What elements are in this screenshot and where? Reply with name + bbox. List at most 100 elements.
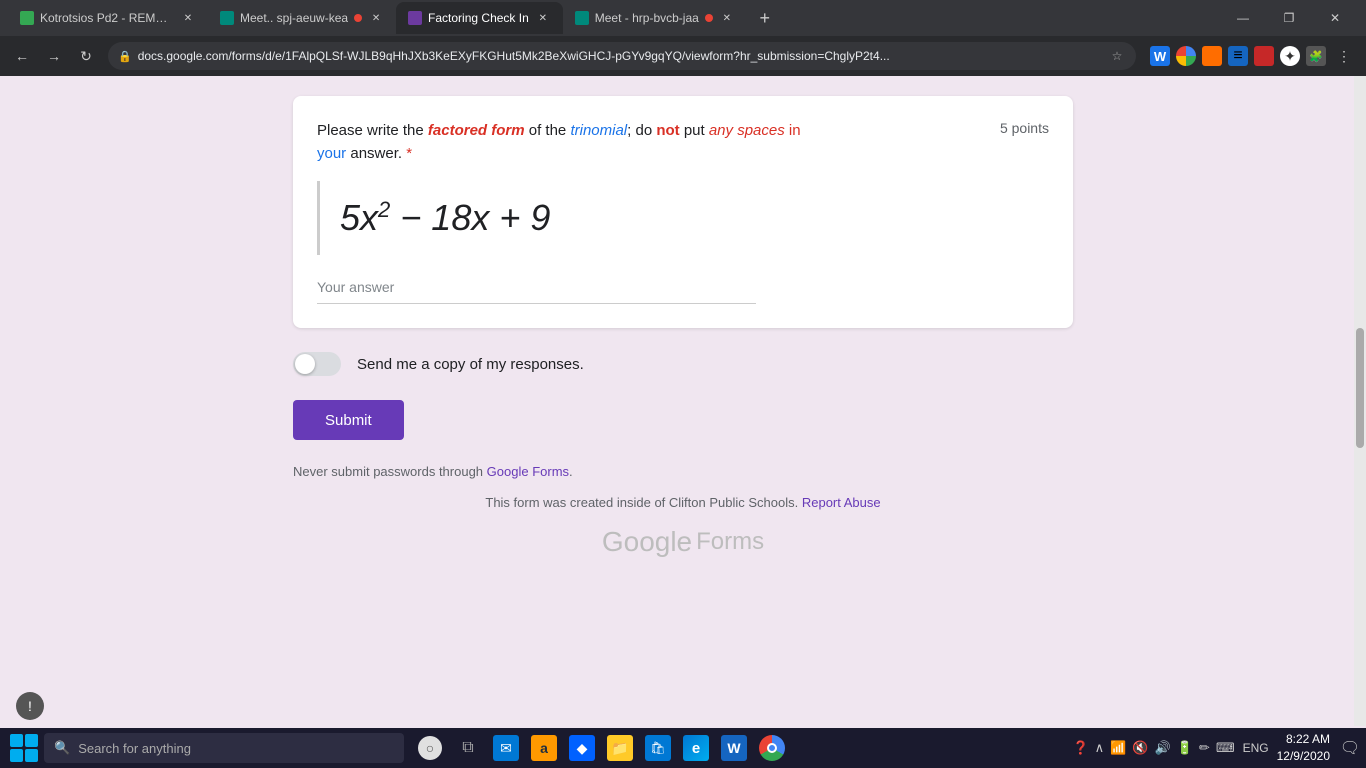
feedback-button[interactable]: ! [16, 692, 44, 720]
new-tab-button[interactable]: + [751, 4, 779, 32]
close-window-button[interactable]: ✕ [1312, 2, 1358, 34]
pen-icon[interactable]: ✏ [1199, 740, 1210, 756]
scroll-thumb[interactable] [1356, 328, 1364, 448]
dropbox-icon: ◆ [569, 735, 595, 761]
network-icon[interactable]: 📶 [1110, 740, 1126, 756]
minimize-button[interactable]: — [1220, 2, 1266, 34]
date-display: 12/9/2020 [1277, 748, 1330, 765]
tab-3-favicon [408, 11, 422, 25]
wifi-icon[interactable]: 🔇 [1132, 740, 1148, 756]
question-header: Please write the factored form of the tr… [317, 120, 1049, 165]
search-placeholder: Search for anything [78, 741, 191, 756]
taskbar-search[interactable]: 🔍 Search for anything [44, 733, 404, 763]
tab-4-label: Meet - hrp-bvcb-jaa [595, 11, 699, 25]
tab-2-label: Meet.. spj-aeuw-kea [240, 11, 348, 25]
not-highlight: not [656, 122, 679, 139]
taskbar-store[interactable]: 🛍 [640, 730, 676, 766]
back-button[interactable]: ← [8, 42, 36, 70]
taskbar-search-app[interactable]: ○ [412, 730, 448, 766]
amazon-icon: a [531, 735, 557, 761]
star-ext-icon: ✦ [1280, 46, 1300, 66]
language-indicator[interactable]: ENG [1243, 741, 1269, 755]
forward-button[interactable]: → [40, 42, 68, 70]
copy-label: Send me a copy of my responses. [357, 356, 584, 373]
tab-4-favicon [575, 11, 589, 25]
tab-4[interactable]: Meet - hrp-bvcb-jaa ✕ [563, 2, 747, 34]
taskbar-word[interactable]: W [716, 730, 752, 766]
extension-star-icon[interactable]: ✦ [1279, 45, 1301, 67]
windows-logo-icon [10, 734, 38, 762]
taskbar-chrome[interactable] [754, 730, 790, 766]
form-container: Please write the factored form of the tr… [293, 96, 1073, 748]
time-display: 8:22 AM [1277, 731, 1330, 748]
start-button[interactable] [4, 728, 44, 768]
required-asterisk: * [406, 145, 412, 162]
tab-1-close[interactable]: ✕ [180, 10, 196, 26]
extension-red-icon[interactable] [1253, 45, 1275, 67]
profile-button[interactable]: ⋮ [1330, 42, 1358, 70]
maximize-button[interactable]: ❐ [1266, 2, 1312, 34]
extension-google-icon[interactable] [1175, 45, 1197, 67]
google-forms-link[interactable]: Google Forms [487, 464, 569, 479]
taskbar-edge[interactable]: e [678, 730, 714, 766]
chevron-up-icon[interactable]: ∧ [1095, 740, 1105, 756]
browser-extensions: W ≡ ✦ 🧩 ⋮ [1148, 42, 1358, 70]
store-icon: 🛍 [645, 735, 671, 761]
page-content: Please write the factored form of the tr… [0, 76, 1366, 768]
answer-input[interactable] [317, 271, 756, 304]
extension-lines-icon[interactable]: ≡ [1227, 45, 1249, 67]
files-icon: 📁 [607, 735, 633, 761]
extension-orange-icon[interactable] [1201, 45, 1223, 67]
address-bar[interactable]: 🔒 docs.google.com/forms/d/e/1FAlpQLSf-WJ… [108, 42, 1136, 70]
taskbar-clock: 8:22 AM 12/9/2020 [1277, 731, 1330, 765]
tab-2-favicon [220, 11, 234, 25]
google-text: Google [602, 526, 692, 558]
submit-button[interactable]: Submit [293, 400, 404, 440]
tab-4-close[interactable]: ✕ [719, 10, 735, 26]
taskbar-apps: ○ ⧉ ✉ a ◆ 📁 🛍 e W [412, 730, 790, 766]
battery-icon[interactable]: 🔋 [1177, 740, 1193, 756]
tab-1[interactable]: Kotrotsios Pd2 - REMOTE ESL Sk ✕ [8, 2, 208, 34]
extension-puzzle-icon[interactable]: 🧩 [1305, 45, 1327, 67]
taskbar-files[interactable]: 📁 [602, 730, 638, 766]
tab-3-active[interactable]: Factoring Check In ✕ [396, 2, 563, 34]
url-text: docs.google.com/forms/d/e/1FAlpQLSf-WJLB… [138, 49, 1102, 63]
volume-icon[interactable]: 🔊 [1155, 740, 1171, 756]
points-badge: 5 points [1000, 120, 1049, 136]
math-expression: 5x2 − 18x + 9 [317, 181, 1049, 255]
edge-icon: e [683, 735, 709, 761]
report-abuse-link[interactable]: Report Abuse [802, 495, 881, 510]
tab-2-close[interactable]: ✕ [368, 10, 384, 26]
search-icon: 🔍 [54, 740, 70, 756]
taskbar-system-icons: ❓ ∧ 📶 🔇 🔊 🔋 ✏ ⌨ [1072, 740, 1234, 756]
extension-w-icon: W [1150, 46, 1170, 66]
puzzle-icon: 🧩 [1306, 46, 1326, 66]
tab-2[interactable]: Meet.. spj-aeuw-kea ✕ [208, 2, 396, 34]
bookmark-icon[interactable]: ☆ [1108, 47, 1126, 65]
help-icon[interactable]: ❓ [1072, 740, 1088, 756]
keyboard-icon[interactable]: ⌨ [1216, 740, 1235, 756]
google-forms-logo: Google Forms [293, 526, 1073, 558]
orange-ext-icon [1202, 46, 1222, 66]
taskbar-task-view[interactable]: ⧉ [450, 730, 486, 766]
window-controls: — ❐ ✕ [1220, 2, 1358, 34]
tab-3-label: Factoring Check In [428, 11, 529, 25]
tab-3-close[interactable]: ✕ [535, 10, 551, 26]
copy-toggle[interactable] [293, 352, 341, 376]
form-credit-text: This form was created inside of Clifton … [485, 495, 801, 510]
taskbar-amazon[interactable]: a [526, 730, 562, 766]
factored-highlight: factored form [428, 122, 525, 139]
tab-1-favicon [20, 11, 34, 25]
taskbar-mail[interactable]: ✉ [488, 730, 524, 766]
forms-text: Forms [696, 528, 764, 556]
taskbar-dropbox[interactable]: ◆ [564, 730, 600, 766]
your-highlight: your [317, 145, 346, 162]
scrollbar[interactable] [1354, 76, 1366, 726]
notification-button[interactable]: 🗨 [1338, 736, 1362, 760]
word-icon: W [721, 735, 747, 761]
blue-lines-icon: ≡ [1228, 46, 1248, 66]
extension-1-icon[interactable]: W [1149, 45, 1171, 67]
reload-button[interactable]: ↻ [72, 42, 100, 70]
never-submit-text: Never submit passwords through Google Fo… [293, 464, 1073, 479]
form-footer: Never submit passwords through Google Fo… [293, 464, 1073, 558]
